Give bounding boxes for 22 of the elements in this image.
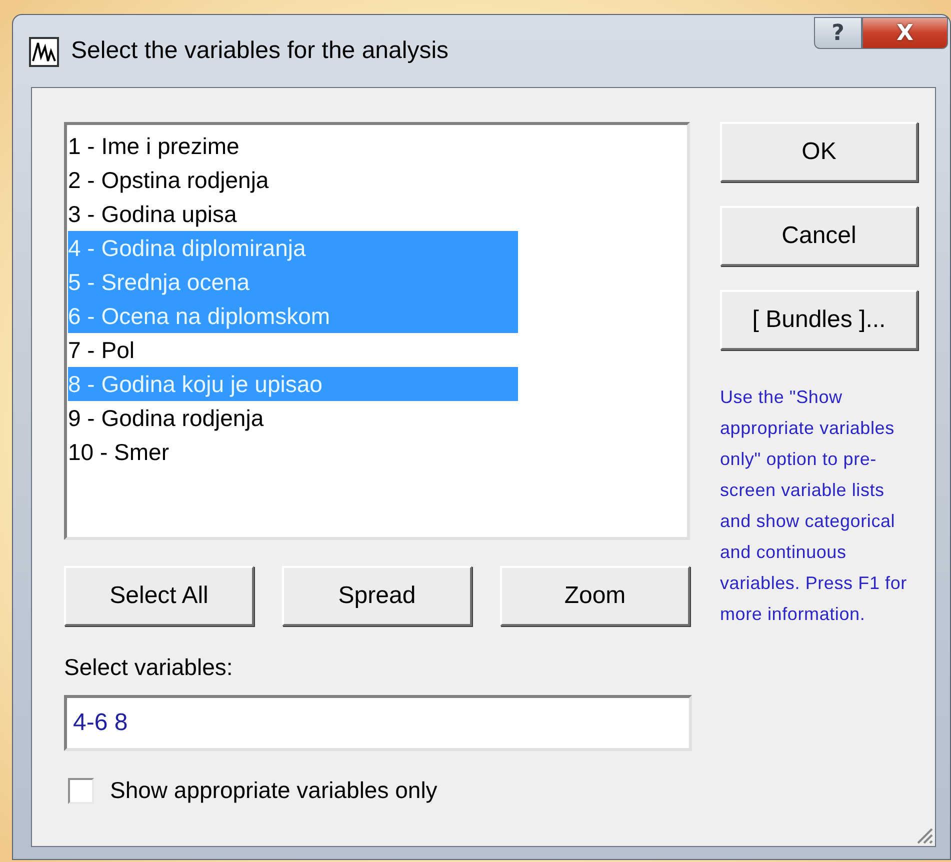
variable-item[interactable]: 1 - Ime i prezime	[68, 129, 518, 163]
checkbox-label[interactable]: Show appropriate variables only	[110, 777, 438, 804]
select-variables-field[interactable]: 4-6 8	[64, 695, 692, 751]
variable-item[interactable]: 3 - Godina upisa	[68, 197, 518, 231]
cancel-button[interactable]: Cancel	[720, 206, 918, 266]
zoom-button[interactable]: Zoom	[500, 566, 690, 626]
chart-icon	[29, 37, 59, 67]
checkbox[interactable]	[68, 778, 94, 804]
variable-item[interactable]: 7 - Pol	[68, 333, 518, 367]
variable-list[interactable]: 1 - Ime i prezime 2 - Opstina rodjenja 3 - Godina upisa 4 - Godina diplomiranja 5 - Srednja ocena 6 - Ocena na diplomskom 7 - Pol 8 - Godina koju je upisao 9 - Godina rodjenja 10 - Smer	[64, 122, 690, 540]
help-text: Use the "Show appropriate variables only" option to pre-screen variable lists and show categorical and continuous variables. Press F1 for more information.	[720, 386, 908, 626]
ok-button[interactable]: OK	[720, 122, 918, 182]
close-button[interactable]: X	[862, 17, 948, 49]
variable-item[interactable]: 9 - Godina rodjenja	[68, 401, 518, 435]
select-variables-label: Select variables:	[64, 654, 234, 681]
bundles-button[interactable]: [ Bundles ]...	[720, 290, 918, 350]
spread-button[interactable]: Spread	[282, 566, 472, 626]
variable-item[interactable]: 2 - Opstina rodjenja	[68, 163, 518, 197]
help-button[interactable]: ?	[814, 17, 862, 49]
window-title: Select the variables for the analysis	[71, 37, 450, 65]
select-all-button[interactable]: Select All	[64, 566, 254, 626]
variable-item[interactable]: 10 - Smer	[68, 435, 518, 469]
